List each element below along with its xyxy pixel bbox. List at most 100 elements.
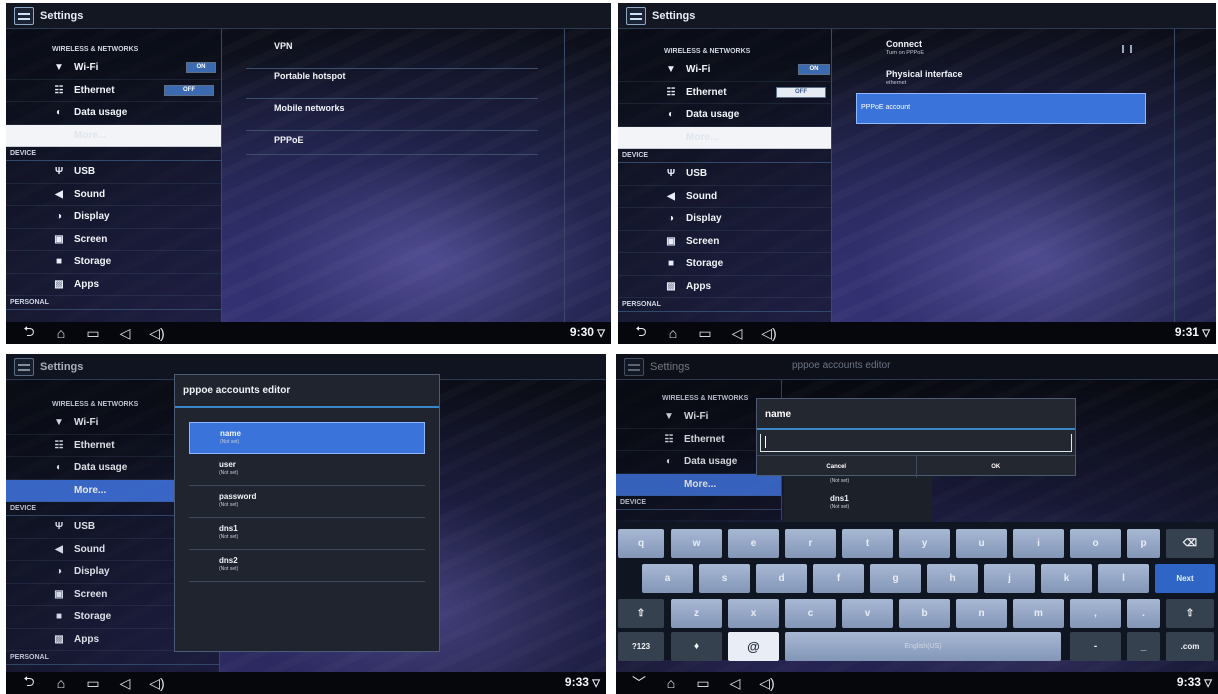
key-w[interactable]: w xyxy=(671,529,722,558)
key-l[interactable]: l xyxy=(1098,564,1149,593)
sidebar-item-wifi[interactable]: ▼ Wi-Fi ON xyxy=(6,57,221,80)
pppoe-account-button[interactable]: PPPoE account xyxy=(856,93,1146,124)
volume-up-icon[interactable]: ◁) xyxy=(148,675,166,692)
next-key[interactable]: Next xyxy=(1155,564,1215,593)
field-dns1[interactable]: dns1 (Not set) xyxy=(189,518,425,550)
field-name[interactable]: name (Not set) xyxy=(189,422,425,454)
volume-up-icon[interactable]: ◁) xyxy=(758,675,776,692)
ethernet-toggle[interactable]: OFF xyxy=(776,86,826,98)
key-i[interactable]: i xyxy=(1013,529,1064,558)
home-icon[interactable]: ⌂ xyxy=(662,675,680,691)
volume-down-icon[interactable]: ◁ xyxy=(116,325,134,342)
sidebar-item-apps[interactable]: ▨ Apps xyxy=(6,274,221,296)
sidebar-item-ethernet[interactable]: ☷ Ethernet OFF xyxy=(6,80,221,102)
volume-up-icon[interactable]: ◁) xyxy=(148,325,166,342)
dash-key[interactable]: - xyxy=(1070,632,1121,661)
sidebar-item-apps[interactable]: ▨ Apps xyxy=(618,276,831,298)
symbols-key[interactable]: ?123 xyxy=(618,632,664,661)
back-icon[interactable]: ⮌ xyxy=(632,321,650,344)
shift-icon: ⇧ xyxy=(636,608,646,619)
menu-portable-hotspot[interactable]: Portable hotspot xyxy=(246,71,538,99)
key-b[interactable]: b xyxy=(899,599,950,628)
key-t[interactable]: t xyxy=(842,529,893,558)
key-y[interactable]: y xyxy=(899,529,950,558)
backspace-key[interactable]: ⌫ xyxy=(1166,529,1214,558)
sidebar-item-data-usage[interactable]: ◐ Data usage xyxy=(6,102,221,125)
sidebar-item-screen[interactable]: ▣ Screen xyxy=(6,229,221,251)
sidebar-item-more[interactable]: More... xyxy=(618,126,831,149)
shift-key-right[interactable]: ⇧ xyxy=(1166,599,1214,628)
key-v[interactable]: v xyxy=(842,599,893,628)
sidebar-item-display[interactable]: ◑ Display xyxy=(618,208,831,231)
cancel-button[interactable]: Cancel xyxy=(757,456,917,478)
menu-pppoe[interactable]: PPPoE xyxy=(246,135,538,155)
key-p[interactable]: p xyxy=(1127,529,1160,558)
key-m[interactable]: m xyxy=(1013,599,1064,628)
pppoe-connect-item[interactable]: Connect Turn on PPPoE xyxy=(858,39,1178,65)
home-icon[interactable]: ⌂ xyxy=(52,675,70,691)
sidebar-item-display[interactable]: ◑ Display xyxy=(6,206,221,229)
sidebar-item-storage[interactable]: ■ Storage xyxy=(6,251,221,274)
wifi-toggle[interactable]: ON xyxy=(186,62,216,73)
key-z[interactable]: z xyxy=(671,599,722,628)
key-s[interactable]: s xyxy=(699,564,750,593)
back-icon[interactable]: ⮌ xyxy=(20,671,38,694)
home-icon[interactable]: ⌂ xyxy=(664,325,682,341)
volume-down-icon[interactable]: ◁ xyxy=(116,675,134,692)
sidebar-item-usb[interactable]: Ψ USB xyxy=(6,161,221,184)
sidebar-item-more[interactable]: More... xyxy=(6,124,221,147)
sidebar-item-usb[interactable]: Ψ USB xyxy=(618,163,831,186)
recents-icon[interactable]: ▭ xyxy=(694,675,712,692)
ok-button[interactable]: OK xyxy=(917,456,1076,478)
sidebar-item-sound[interactable]: ◀ Sound xyxy=(6,184,221,206)
ethernet-toggle[interactable]: OFF xyxy=(164,84,214,96)
key-o[interactable]: o xyxy=(1070,529,1121,558)
sidebar-item-wifi[interactable]: ▼ Wi-Fi ON xyxy=(618,59,831,82)
dot-com-key[interactable]: .com xyxy=(1166,632,1214,661)
volume-down-icon[interactable]: ◁ xyxy=(728,325,746,342)
sidebar-item-screen[interactable]: ▣ Screen xyxy=(618,231,831,253)
recents-icon[interactable]: ▭ xyxy=(696,325,714,342)
key-k[interactable]: k xyxy=(1041,564,1092,593)
key-x[interactable]: x xyxy=(728,599,779,628)
space-key[interactable]: English(US) xyxy=(785,632,1061,661)
sidebar-item-data-usage[interactable]: ◐ Data usage xyxy=(618,104,831,127)
key-e[interactable]: e xyxy=(728,529,779,558)
sidebar-item-ethernet[interactable]: ☷ Ethernet OFF xyxy=(618,82,831,104)
mic-key[interactable]: ♦ xyxy=(671,632,722,661)
volume-up-icon[interactable]: ◁) xyxy=(760,325,778,342)
physical-interface-item[interactable]: Physical interface ethernet xyxy=(858,69,1178,93)
key-a[interactable]: a xyxy=(642,564,693,593)
menu-vpn[interactable]: VPN xyxy=(246,41,538,69)
wifi-toggle[interactable]: ON xyxy=(798,64,830,75)
underscore-key[interactable]: _ xyxy=(1127,632,1160,661)
back-icon[interactable]: ⮌ xyxy=(20,321,38,344)
field-user[interactable]: user (Not set) xyxy=(189,454,425,486)
key-j[interactable]: j xyxy=(984,564,1035,593)
name-text-input[interactable] xyxy=(760,434,1072,452)
key-u[interactable]: u xyxy=(956,529,1007,558)
field-dns2[interactable]: dns2 (Not set) xyxy=(189,550,425,582)
key-g[interactable]: g xyxy=(870,564,921,593)
key-n[interactable]: n xyxy=(956,599,1007,628)
key-q[interactable]: q xyxy=(618,529,664,558)
recents-icon[interactable]: ▭ xyxy=(84,675,102,692)
key-c[interactable]: c xyxy=(785,599,836,628)
sidebar-item-sound[interactable]: ◀ Sound xyxy=(618,186,831,208)
connect-checkbox[interactable] xyxy=(1122,45,1132,53)
shift-key-left[interactable]: ⇧ xyxy=(618,599,664,628)
key-r[interactable]: r xyxy=(785,529,836,558)
key-comma[interactable]: , xyxy=(1070,599,1121,628)
at-key[interactable]: @ xyxy=(728,632,779,661)
menu-mobile-networks[interactable]: Mobile networks xyxy=(246,103,538,131)
home-icon[interactable]: ⌂ xyxy=(52,325,70,341)
recents-icon[interactable]: ▭ xyxy=(84,325,102,342)
field-password[interactable]: password (Not set) xyxy=(189,486,425,518)
key-h[interactable]: h xyxy=(927,564,978,593)
key-f[interactable]: f xyxy=(813,564,864,593)
volume-down-icon[interactable]: ◁ xyxy=(726,675,744,692)
key-d[interactable]: d xyxy=(756,564,807,593)
hide-keyboard-icon[interactable]: ﹀ xyxy=(630,673,648,693)
sidebar-item-storage[interactable]: ■ Storage xyxy=(618,253,831,276)
key-period[interactable]: . xyxy=(1127,599,1160,628)
